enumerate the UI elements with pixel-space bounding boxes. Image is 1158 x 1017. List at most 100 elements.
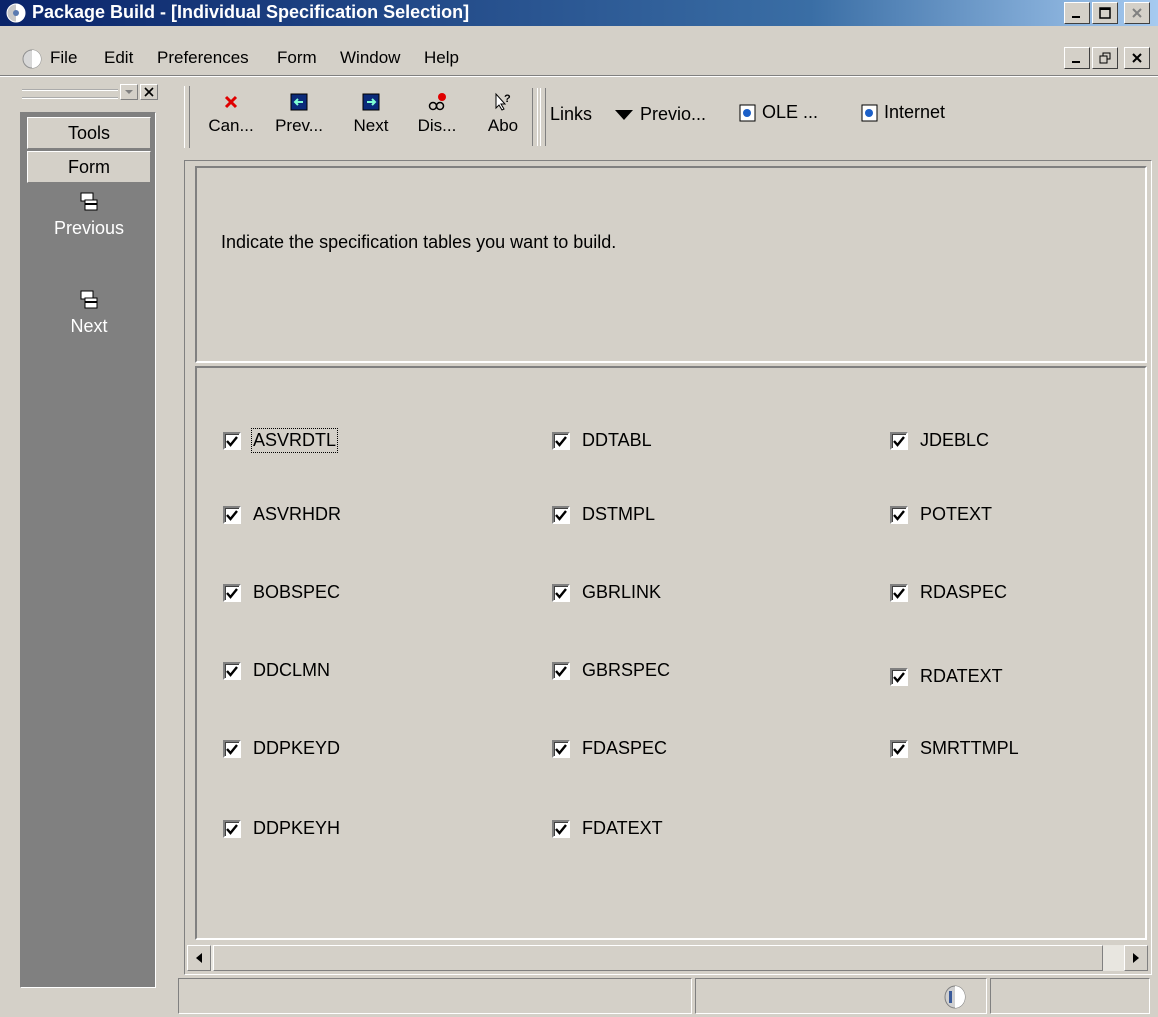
link-previous[interactable]: Previo...	[614, 104, 706, 125]
checkbox-label: DDPKEYH	[253, 818, 341, 838]
maximize-button[interactable]	[1092, 2, 1118, 24]
close-button[interactable]	[1124, 2, 1150, 24]
exit-bar: Tools Form Previous Next	[20, 112, 156, 988]
check-icon	[226, 743, 238, 755]
checkbox-box[interactable]	[552, 661, 570, 680]
check-icon	[893, 435, 905, 447]
svg-text:?: ?	[504, 93, 511, 105]
checkbox-box[interactable]	[890, 583, 908, 602]
next-button[interactable]: Next	[346, 88, 396, 150]
checkbox-label: DDPKEYD	[253, 738, 341, 758]
checkbox-box[interactable]	[223, 505, 241, 524]
about-help-icon: ?	[495, 92, 511, 111]
checkbox-dstmpl[interactable]: DSTMPL	[552, 504, 655, 525]
check-icon	[226, 435, 238, 447]
scroll-right-button[interactable]	[1124, 945, 1148, 971]
checkbox-box[interactable]	[223, 739, 241, 758]
checkbox-box[interactable]	[890, 505, 908, 524]
links-grip[interactable]	[540, 88, 546, 146]
check-icon	[226, 509, 238, 521]
menu-help[interactable]: Help	[424, 48, 459, 68]
status-cell-middle	[695, 978, 987, 1014]
instruction-text: Indicate the specification tables you wa…	[221, 232, 617, 252]
next-arrow-icon	[362, 93, 380, 111]
arrow-right-icon	[1133, 953, 1139, 963]
exitbar-tab-form[interactable]: Form	[27, 151, 151, 183]
about-button[interactable]: ? Abo	[478, 88, 528, 150]
checkbox-fdaspec[interactable]: FDASPEC	[552, 738, 667, 759]
cancel-button[interactable]: Can...	[206, 88, 256, 150]
exit-item-label: Next	[70, 316, 108, 336]
previous-button[interactable]: Prev...	[274, 88, 324, 150]
child-restore-button[interactable]	[1092, 47, 1118, 69]
checkbox-ddtabl[interactable]: DDTABL	[552, 430, 652, 451]
display-button[interactable]: Dis...	[412, 88, 462, 150]
checkbox-ddpkeyh[interactable]: DDPKEYH	[223, 818, 340, 839]
title-bar[interactable]: Package Build - [Individual Specificatio…	[0, 0, 1158, 26]
minimize-icon	[1072, 16, 1080, 18]
minimize-button[interactable]	[1064, 2, 1090, 24]
checkbox-smrttmpl[interactable]: SMRTTMPL	[890, 738, 1019, 759]
checkbox-box[interactable]	[223, 819, 241, 838]
internet-document-icon	[861, 104, 878, 121]
checkbox-asvrhdr[interactable]: ASVRHDR	[223, 504, 341, 525]
exitbar-close-button[interactable]	[140, 84, 158, 100]
checkbox-bobspec[interactable]: BOBSPEC	[223, 582, 340, 603]
check-icon	[226, 665, 238, 677]
exit-item-previous[interactable]: Previous	[21, 191, 157, 239]
checkbox-asvrdtl[interactable]: ASVRDTL	[223, 428, 339, 453]
checkbox-label: RDASPEC	[920, 582, 1008, 602]
menu-file[interactable]: File	[50, 48, 77, 68]
checkbox-gbrlink[interactable]: GBRLINK	[552, 582, 661, 603]
checkbox-box[interactable]	[890, 739, 908, 758]
checkbox-box[interactable]	[552, 739, 570, 758]
check-icon	[893, 509, 905, 521]
exit-item-next[interactable]: Next	[21, 289, 157, 337]
menu-window[interactable]: Window	[340, 48, 400, 68]
arrow-left-icon	[196, 953, 202, 963]
menu-preferences[interactable]: Preferences	[157, 48, 249, 68]
link-ole[interactable]: OLE ...	[738, 102, 818, 123]
next-label: Next	[353, 116, 389, 135]
previous-arrow-icon	[290, 93, 308, 111]
checkbox-ddclmn[interactable]: DDCLMN	[223, 660, 330, 681]
checkbox-fdatext[interactable]: FDATEXT	[552, 818, 663, 839]
checkbox-box[interactable]	[552, 505, 570, 524]
checkbox-label: DDCLMN	[253, 660, 331, 680]
checkbox-box[interactable]	[890, 667, 908, 686]
child-minimize-button[interactable]	[1064, 47, 1090, 69]
checkbox-gbrspec[interactable]: GBRSPEC	[552, 660, 670, 681]
scroll-left-button[interactable]	[187, 945, 211, 971]
exitbar-grip[interactable]	[22, 89, 118, 99]
menu-edit[interactable]: Edit	[104, 48, 133, 68]
checkbox-box[interactable]	[223, 661, 241, 680]
checkbox-box[interactable]	[552, 431, 570, 450]
restore-icon	[1099, 52, 1111, 64]
check-icon	[226, 823, 238, 835]
checkbox-box[interactable]	[223, 583, 241, 602]
checkbox-box[interactable]	[552, 583, 570, 602]
exitbar-dropdown-button[interactable]	[120, 84, 138, 100]
checkbox-box[interactable]	[890, 431, 908, 450]
exitbar-tab-tools[interactable]: Tools	[27, 117, 151, 149]
checkbox-label: ASVRHDR	[253, 504, 342, 524]
child-close-button[interactable]	[1124, 47, 1150, 69]
link-ole-label: OLE ...	[762, 102, 819, 122]
checkbox-jdeblc[interactable]: JDEBLC	[890, 430, 989, 451]
triangle-down-icon	[615, 109, 633, 120]
checkbox-potext[interactable]: POTEXT	[890, 504, 992, 525]
scroll-thumb[interactable]	[213, 945, 1103, 971]
toolbar-grip[interactable]	[184, 86, 190, 148]
close-icon	[1132, 53, 1142, 63]
document-globe-icon[interactable]	[22, 49, 42, 69]
check-icon	[555, 665, 567, 677]
checkbox-rdaspec[interactable]: RDASPEC	[890, 582, 1007, 603]
checkbox-rdatext[interactable]: RDATEXT	[890, 666, 1003, 687]
link-internet[interactable]: Internet	[860, 102, 945, 123]
checkbox-ddpkeyd[interactable]: DDPKEYD	[223, 738, 340, 759]
horizontal-scrollbar[interactable]	[187, 945, 1148, 971]
menu-form[interactable]: Form	[277, 48, 317, 68]
checkbox-box[interactable]	[552, 819, 570, 838]
checkbox-box[interactable]	[223, 431, 241, 450]
app-globe-icon	[6, 3, 26, 23]
